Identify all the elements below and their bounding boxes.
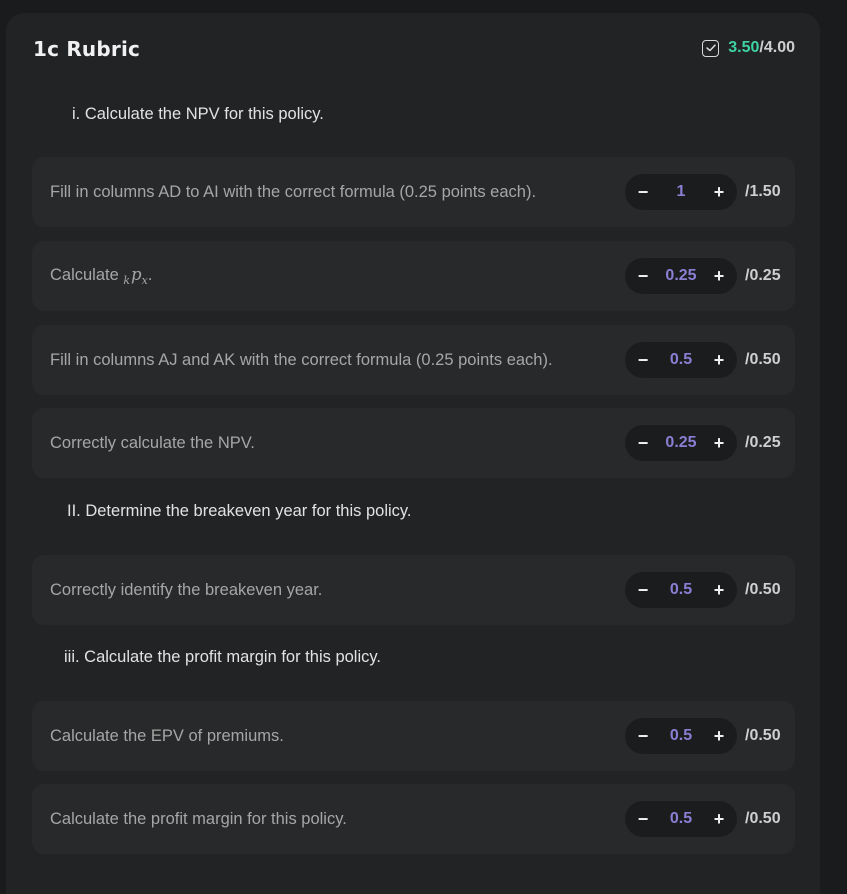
increment-button[interactable]: +: [711, 434, 727, 452]
rubric-item-label: Correctly identify the breakeven year.: [50, 580, 323, 599]
rubric-item-label: Calculate kpx.: [50, 265, 625, 287]
rubric-item: Correctly identify the breakeven year. −…: [32, 555, 795, 625]
max-points: /0.50: [745, 581, 781, 598]
score-value[interactable]: 0.25: [651, 267, 711, 285]
rubric-item-label: Calculate the profit margin for this pol…: [50, 809, 347, 828]
score-stepper: − 0.5 +: [625, 342, 737, 378]
increment-button[interactable]: +: [711, 727, 727, 745]
decrement-button[interactable]: −: [635, 351, 651, 369]
increment-button[interactable]: +: [711, 581, 727, 599]
rubric-item-label: Fill in columns AD to AI with the correc…: [50, 182, 537, 201]
rubric-item-label: Fill in columns AJ and AK with the corre…: [50, 350, 553, 369]
score-stepper: − 1 +: [625, 174, 737, 210]
section-heading-profit-margin: iii. Calculate the profit margin for thi…: [64, 648, 381, 666]
score-value[interactable]: 0.5: [651, 727, 711, 745]
total-earned: 3.50: [728, 39, 760, 56]
rubric-item: Calculate the profit margin for this pol…: [32, 784, 795, 854]
score-value[interactable]: 0.5: [651, 351, 711, 369]
rubric-item: Fill in columns AD to AI with the correc…: [32, 157, 795, 227]
increment-button[interactable]: +: [711, 183, 727, 201]
rubric-item-label: Correctly calculate the NPV.: [50, 433, 255, 452]
score-value[interactable]: 1: [651, 183, 711, 201]
rubric-title: 1c Rubric: [33, 37, 141, 61]
rubric-item: Fill in columns AJ and AK with the corre…: [32, 325, 795, 395]
max-points: /0.25: [745, 267, 781, 284]
rubric-item: Correctly calculate the NPV. − 0.25 + /0…: [32, 408, 795, 478]
max-points: /0.25: [745, 434, 781, 451]
increment-button[interactable]: +: [711, 267, 727, 285]
label-prefix: Calculate: [50, 266, 124, 284]
score-stepper: − 0.25 +: [625, 425, 737, 461]
max-points: /0.50: [745, 351, 781, 368]
max-points: /0.50: [745, 810, 781, 827]
decrement-button[interactable]: −: [635, 727, 651, 745]
rubric-item: Calculate the EPV of premiums. − 0.5 + /…: [32, 701, 795, 771]
score-stepper: − 0.5 +: [625, 718, 737, 754]
decrement-button[interactable]: −: [635, 810, 651, 828]
score-value[interactable]: 0.5: [651, 581, 711, 599]
score-stepper: − 0.5 +: [625, 572, 737, 608]
section-heading-npv: i. Calculate the NPV for this policy.: [72, 105, 324, 123]
score-value[interactable]: 0.5: [651, 810, 711, 828]
max-points: /1.50: [745, 183, 781, 200]
increment-button[interactable]: +: [711, 810, 727, 828]
decrement-button[interactable]: −: [635, 267, 651, 285]
section-heading-breakeven: II. Determine the breakeven year for thi…: [67, 502, 412, 520]
decrement-button[interactable]: −: [635, 581, 651, 599]
decrement-button[interactable]: −: [635, 434, 651, 452]
decrement-button[interactable]: −: [635, 183, 651, 201]
score-value[interactable]: 0.25: [651, 434, 711, 452]
label-suffix: .: [147, 266, 153, 284]
checkbox-checked-icon: [702, 39, 720, 57]
total-score: 3.50 /4.00: [702, 39, 795, 57]
rubric-item: Calculate kpx. − 0.25 + /0.25: [32, 241, 795, 311]
total-possible: /4.00: [759, 39, 795, 56]
score-stepper: − 0.5 +: [625, 801, 737, 837]
rubric-item-label: Calculate the EPV of premiums.: [50, 726, 284, 745]
max-points: /0.50: [745, 727, 781, 744]
kpx-formula: kpx: [123, 265, 148, 287]
score-stepper: − 0.25 +: [625, 258, 737, 294]
increment-button[interactable]: +: [711, 351, 727, 369]
